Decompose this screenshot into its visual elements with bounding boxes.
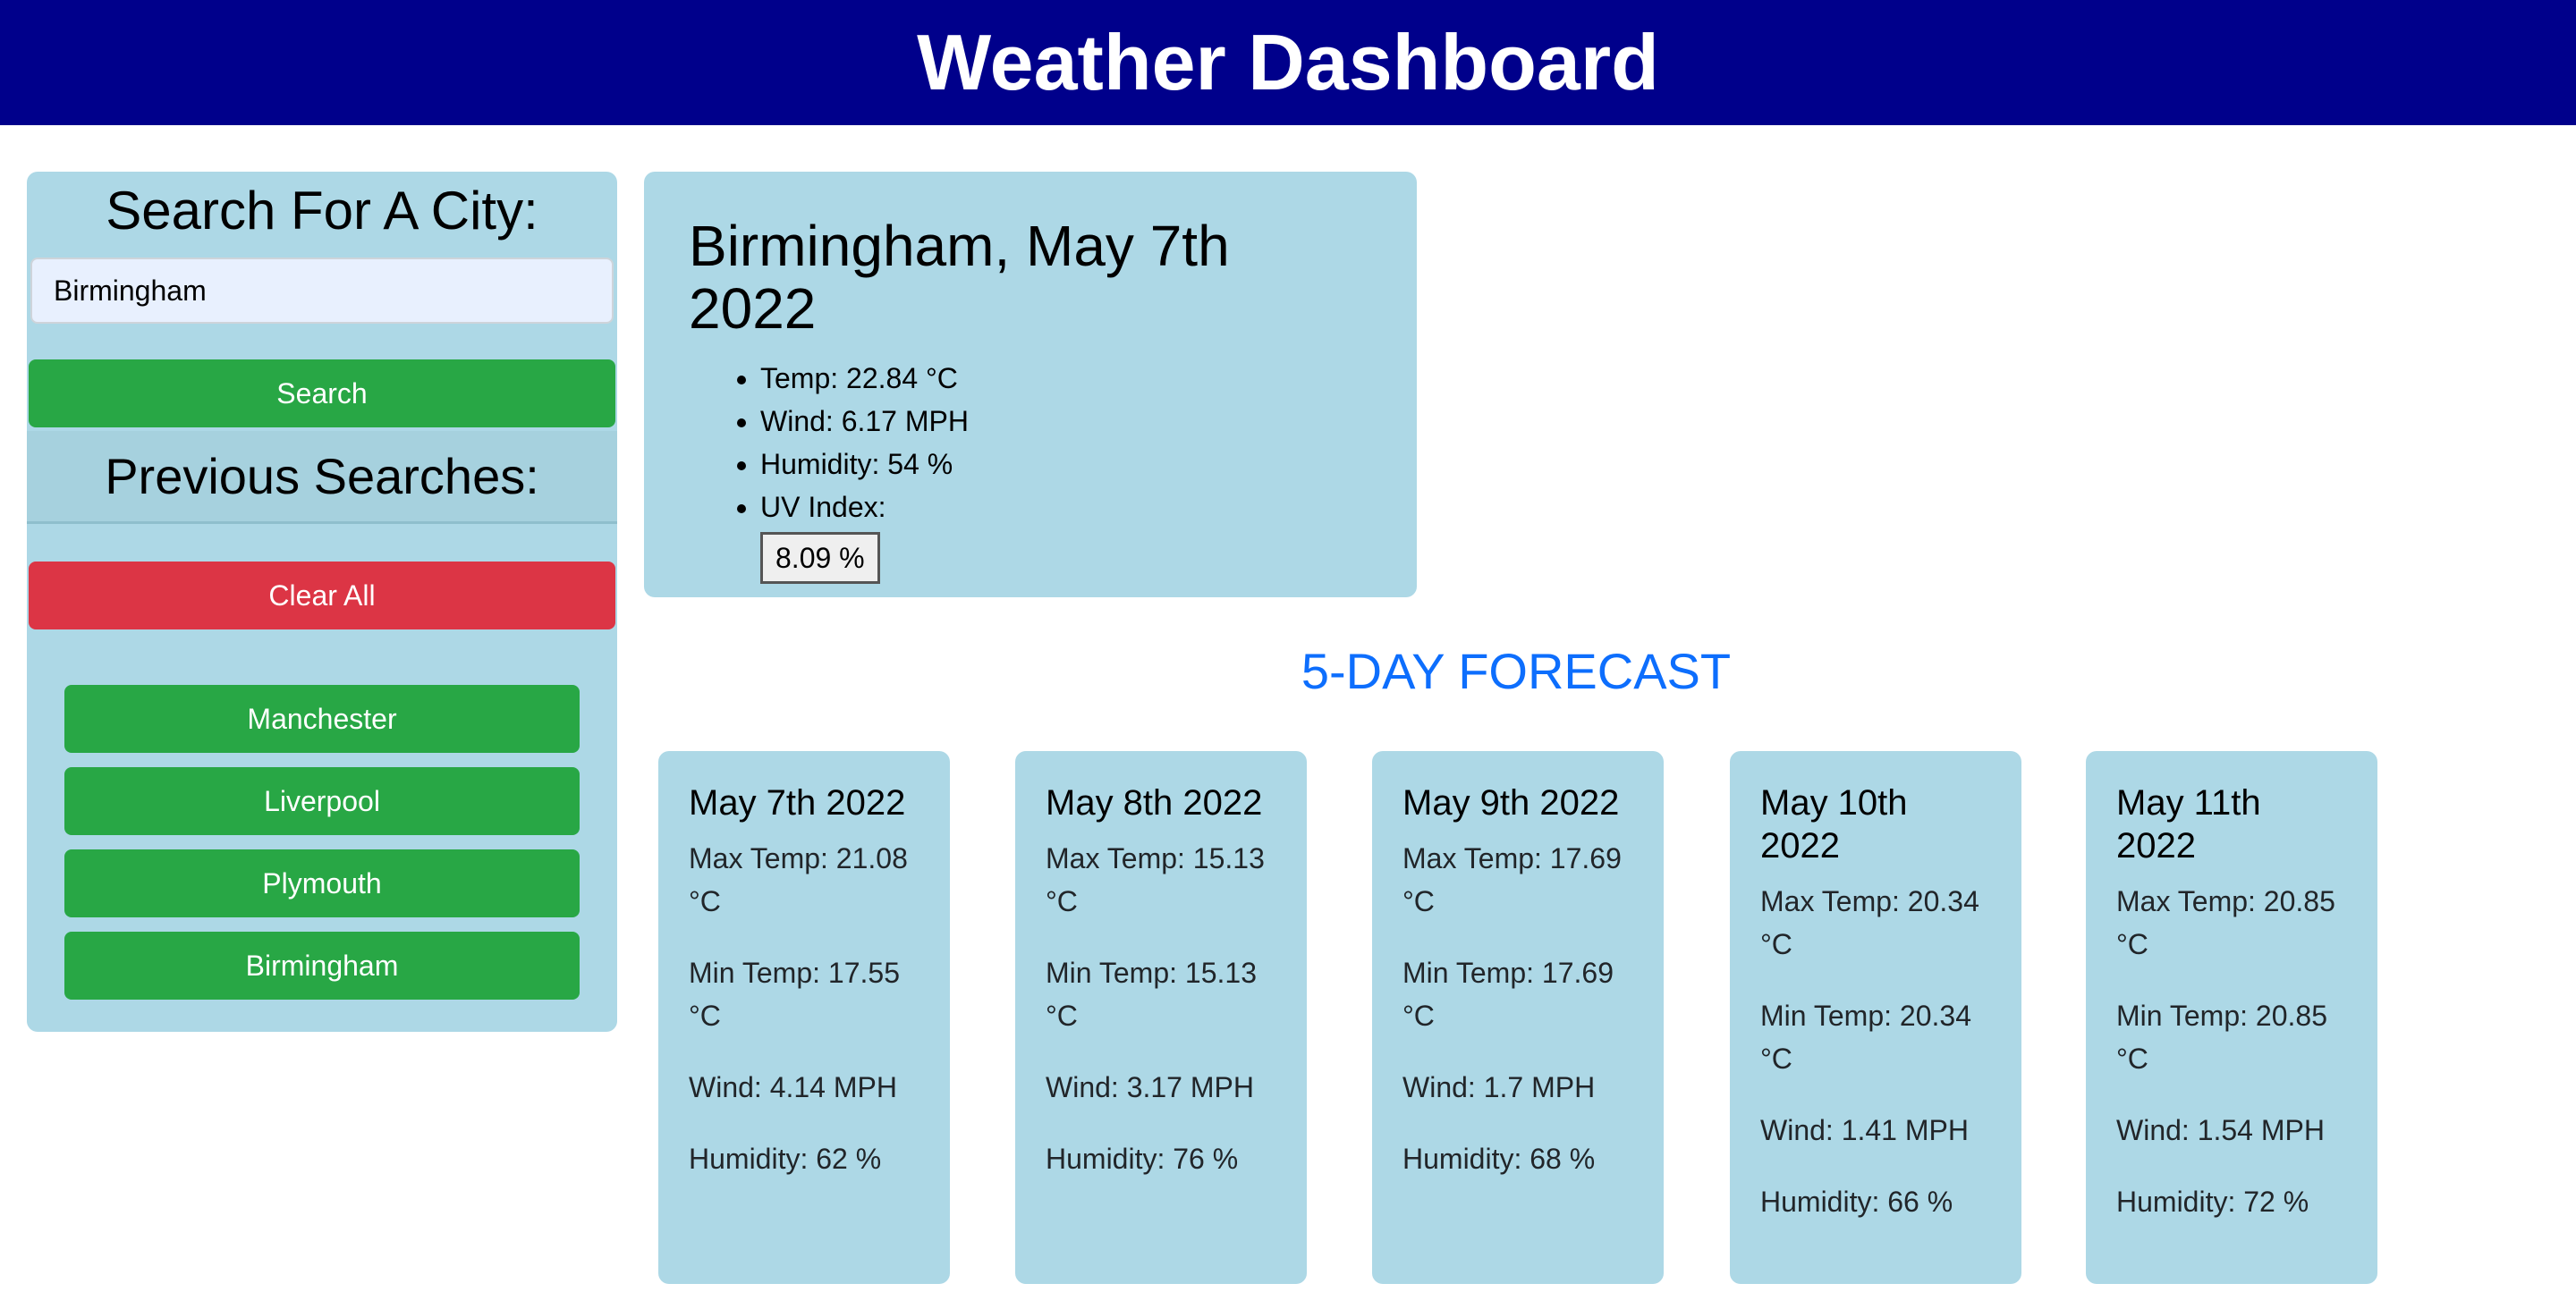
forecast-min-temp: Min Temp: 15.13 °C (1046, 957, 1257, 1032)
forecast-wind: Wind: 1.54 MPH (2116, 1114, 2325, 1146)
forecast-date: May 7th 2022 (689, 783, 906, 823)
forecast-humidity: Humidity: 76 % (1046, 1143, 1239, 1175)
forecast-card: May 7th 2022 Max Temp: 21.08 °C Min Temp… (658, 751, 950, 1284)
forecast-humidity: Humidity: 68 % (1402, 1143, 1596, 1175)
search-title: Search For A City: (106, 181, 538, 241)
current-weather-list: Temp: 22.84 °C Wind: 6.17 MPH Humidity: … (689, 357, 1372, 584)
forecast-max-temp: Max Temp: 15.13 °C (1046, 842, 1265, 917)
forecast-max-temp: Max Temp: 20.85 °C (2116, 885, 2335, 960)
forecast-max-temp: Max Temp: 20.34 °C (1760, 885, 1979, 960)
history-button-liverpool[interactable]: Liverpool (64, 767, 580, 835)
clear-all-button[interactable]: Clear All (29, 562, 615, 629)
forecast-max-temp: Max Temp: 21.08 °C (689, 842, 908, 917)
forecast-humidity: Humidity: 72 % (2116, 1186, 2309, 1218)
forecast-humidity: Humidity: 66 % (1760, 1186, 1953, 1218)
forecast-min-temp: Min Temp: 17.55 °C (689, 957, 900, 1032)
search-button[interactable]: Search (29, 359, 615, 427)
forecast-wind: Wind: 3.17 MPH (1046, 1071, 1254, 1103)
city-search-input[interactable] (30, 258, 614, 324)
current-wind: Wind: 6.17 MPH (760, 400, 1372, 443)
uv-index-badge: 8.09 % (760, 531, 880, 584)
current-temp: Temp: 22.84 °C (760, 357, 1372, 400)
forecast-humidity: Humidity: 62 % (689, 1143, 882, 1175)
history-button-manchester[interactable]: Manchester (64, 685, 580, 753)
forecast-date: May 9th 2022 (1402, 783, 1620, 823)
page-header: Weather Dashboard (0, 0, 2576, 125)
history-button-plymouth[interactable]: Plymouth (64, 849, 580, 917)
forecast-card: May 8th 2022 Max Temp: 15.13 °C Min Temp… (1015, 751, 1307, 1284)
forecast-card: May 9th 2022 Max Temp: 17.69 °C Min Temp… (1372, 751, 1664, 1284)
forecast-min-temp: Min Temp: 20.34 °C (1760, 1000, 1971, 1075)
forecast-wind: Wind: 4.14 MPH (689, 1071, 897, 1103)
current-uv-item: UV Index: 8.09 % (760, 486, 1372, 584)
forecast-wind: Wind: 1.7 MPH (1402, 1071, 1596, 1103)
history-button-birmingham[interactable]: Birmingham (64, 932, 580, 1000)
forecast-max-temp: Max Temp: 17.69 °C (1402, 842, 1622, 917)
forecast-date: May 10th 2022 (1760, 783, 1908, 866)
current-weather-panel: Birmingham, May 7th 2022 Temp: 22.84 °C … (644, 172, 1417, 597)
forecast-min-temp: Min Temp: 20.85 °C (2116, 1000, 2327, 1075)
forecast-date: May 8th 2022 (1046, 783, 1263, 823)
current-humidity: Humidity: 54 % (760, 443, 1372, 486)
forecast-wind: Wind: 1.41 MPH (1760, 1114, 1969, 1146)
current-weather-title: Birmingham, May 7th 2022 (689, 214, 1230, 342)
forecast-date: May 11th 2022 (2116, 783, 2261, 866)
search-sidebar: Search For A City: Search Previous Searc… (27, 172, 617, 1032)
previous-searches-title: Previous Searches: (27, 431, 617, 524)
uv-index-label: UV Index: (760, 490, 886, 523)
forecast-card: May 11th 2022 Max Temp: 20.85 °C Min Tem… (2086, 751, 2377, 1284)
forecast-card: May 10th 2022 Max Temp: 20.34 °C Min Tem… (1730, 751, 2021, 1284)
forecast-min-temp: Min Temp: 17.69 °C (1402, 957, 1614, 1032)
page-title: Weather Dashboard (917, 18, 1659, 106)
forecast-title: 5-DAY FORECAST (1301, 643, 1732, 699)
